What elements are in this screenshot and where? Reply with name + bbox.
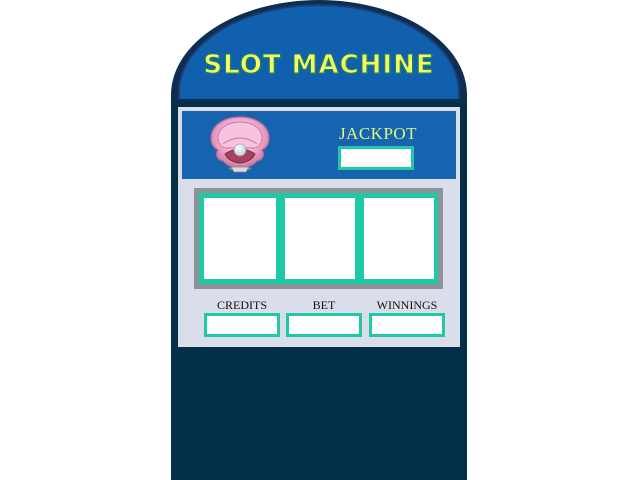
pearl-shell-icon (205, 114, 275, 176)
winnings-label: WINNINGS (376, 298, 438, 312)
machine-title: SLOT MACHINE (203, 50, 435, 81)
reel-2 (285, 198, 355, 279)
credits-label: CREDITS (216, 298, 267, 312)
bet-label: BET (312, 298, 336, 312)
slot-machine-game: SLOT MACHINE JACKPOT CREDITS BET WINNING… (0, 0, 640, 480)
credits-display (204, 313, 280, 337)
reel-1 (204, 198, 276, 279)
jackpot-display (338, 146, 414, 170)
jackpot-label: JACKPOT (338, 124, 418, 143)
winnings-display (369, 313, 445, 337)
bet-display[interactable] (286, 313, 362, 337)
reel-3 (364, 198, 434, 279)
